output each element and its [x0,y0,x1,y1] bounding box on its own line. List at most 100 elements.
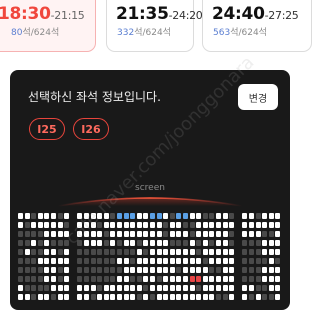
seat[interactable] [242,213,248,219]
seat[interactable] [262,294,268,300]
seat[interactable] [123,267,129,273]
seat[interactable] [90,213,96,219]
seat[interactable] [117,258,122,264]
seat[interactable] [57,285,63,291]
seat[interactable] [44,240,50,246]
seat[interactable] [37,222,43,228]
seat[interactable] [90,294,96,300]
seat[interactable] [123,231,129,237]
seat[interactable] [24,213,30,219]
seat[interactable] [150,240,155,246]
seat[interactable] [189,294,195,300]
seat[interactable] [229,240,235,246]
seat[interactable] [156,249,162,255]
seat[interactable] [275,294,281,300]
seat[interactable] [189,231,195,237]
seat[interactable] [51,294,56,300]
seat[interactable] [163,267,169,273]
seat[interactable] [209,222,215,228]
seat[interactable] [130,240,136,246]
seat[interactable] [51,231,56,237]
seat[interactable] [176,276,182,282]
seat[interactable] [202,285,208,291]
seat[interactable] [169,267,175,273]
seat[interactable] [255,213,261,219]
seat[interactable] [103,249,109,255]
seat[interactable] [249,213,254,219]
seat[interactable] [103,231,109,237]
seat[interactable] [202,294,208,300]
seat[interactable] [77,222,83,228]
seat[interactable] [24,231,30,237]
seat[interactable] [37,231,43,237]
seat[interactable] [130,213,136,219]
seat[interactable] [156,231,162,237]
seat[interactable] [130,267,136,273]
seat[interactable] [37,240,43,246]
seat[interactable] [51,222,56,228]
seat[interactable] [189,258,195,264]
seat[interactable] [222,222,228,228]
seat[interactable] [156,276,162,282]
seat[interactable] [143,240,149,246]
seat[interactable] [110,240,116,246]
seat[interactable] [97,258,103,264]
seat[interactable] [163,249,169,255]
seat[interactable] [229,267,235,273]
seat[interactable] [163,294,169,300]
seat[interactable] [163,240,169,246]
seat[interactable] [64,258,70,264]
seat[interactable] [90,285,96,291]
seat[interactable] [37,294,43,300]
seat[interactable] [202,258,208,264]
seat[interactable] [24,294,30,300]
seat[interactable] [90,258,96,264]
seat[interactable] [77,231,83,237]
seat[interactable] [64,240,70,246]
seat[interactable] [143,258,149,264]
seat[interactable] [169,222,175,228]
seat[interactable] [156,240,162,246]
seat[interactable] [150,276,155,282]
seat[interactable] [222,285,228,291]
seat[interactable] [156,285,162,291]
seat[interactable] [37,276,43,282]
seat[interactable] [136,258,142,264]
seat[interactable] [77,258,83,264]
seat[interactable] [44,267,50,273]
seat[interactable] [163,222,169,228]
seat[interactable] [97,276,103,282]
seat[interactable] [196,240,202,246]
seat[interactable] [249,276,254,282]
seat[interactable] [31,213,37,219]
seat[interactable] [150,213,155,219]
showtime-card-2135[interactable]: 21:35-24:20 332석/624석 [106,0,203,52]
seat[interactable] [176,249,182,255]
seat[interactable] [51,213,56,219]
seat[interactable] [143,267,149,273]
seat[interactable] [169,213,175,219]
seat[interactable] [31,285,37,291]
seat[interactable] [57,213,63,219]
seat[interactable] [209,285,215,291]
seat[interactable] [123,276,129,282]
seat[interactable] [255,276,261,282]
seat[interactable] [216,258,221,264]
seat[interactable] [24,276,30,282]
seat[interactable] [57,240,63,246]
seat[interactable] [51,285,56,291]
seat[interactable] [196,213,202,219]
seat[interactable] [262,267,268,273]
seat[interactable] [117,240,122,246]
seat[interactable] [242,276,248,282]
seat[interactable] [103,294,109,300]
seat[interactable] [136,231,142,237]
seat[interactable] [202,267,208,273]
seat[interactable] [117,276,122,282]
seat[interactable] [57,294,63,300]
seat[interactable] [156,213,162,219]
seat[interactable] [136,249,142,255]
seat[interactable] [123,249,129,255]
seat[interactable] [97,294,103,300]
seat[interactable] [156,267,162,273]
